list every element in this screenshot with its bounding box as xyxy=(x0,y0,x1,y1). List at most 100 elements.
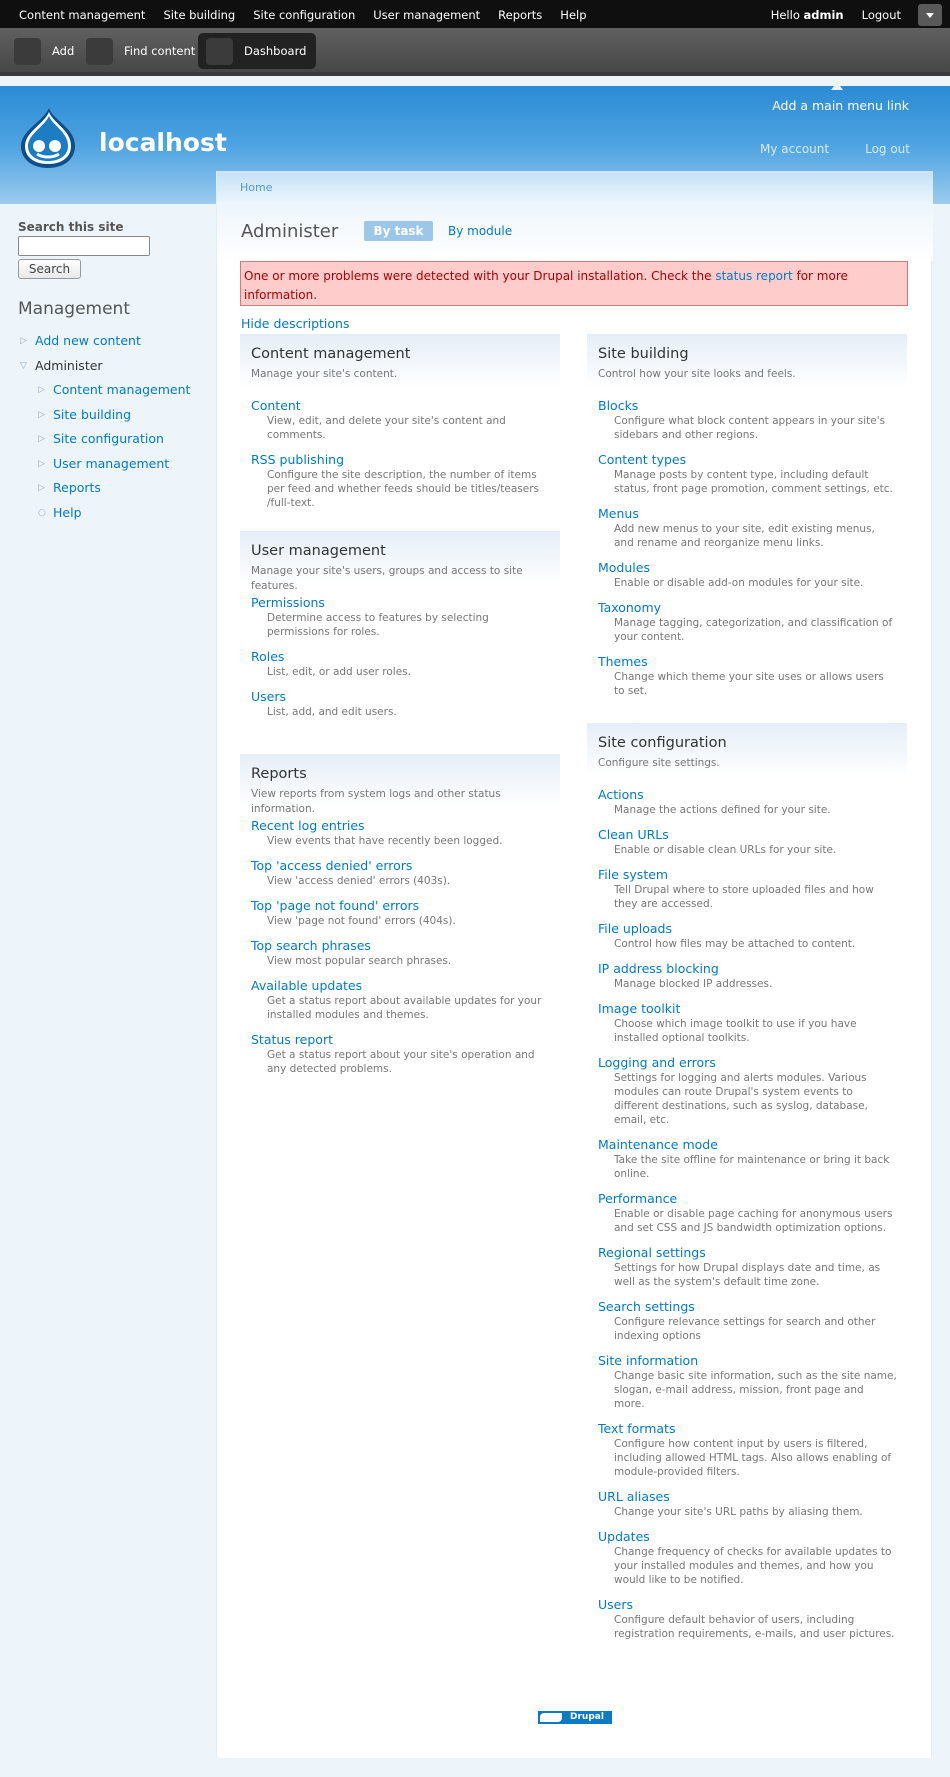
admin-item-description: Configure what block content appears in … xyxy=(614,415,886,441)
drupal-logo-icon[interactable] xyxy=(19,106,77,170)
admin-item-link[interactable]: File uploads xyxy=(598,921,907,937)
search-button[interactable]: Search xyxy=(18,259,81,279)
nav-item-reports[interactable]: ▷ Reports xyxy=(18,476,198,501)
nav-item-help[interactable]: ○ Help xyxy=(18,501,198,526)
management-menu: ▷ Add new content ▽ Administer ▷ Content… xyxy=(18,329,198,525)
admin-menu-content-management[interactable]: Content management xyxy=(10,0,154,28)
admin-item-link[interactable]: Permissions xyxy=(251,595,560,611)
powered-by-drupal-badge[interactable]: Drupal xyxy=(538,1711,612,1724)
admin-item-link[interactable]: Modules xyxy=(598,560,907,576)
tab-by-task[interactable]: By task xyxy=(364,221,433,241)
collapsed-triangle-icon: ▷ xyxy=(20,336,27,346)
nav-item-add-new-content[interactable]: ▷ Add new content xyxy=(18,329,198,354)
admin-item-link[interactable]: RSS publishing xyxy=(251,452,560,468)
admin-item-link[interactable]: Maintenance mode xyxy=(598,1137,907,1153)
nav-item-label[interactable]: Site configuration xyxy=(53,431,164,446)
admin-item-description: Configure default behavior of users, inc… xyxy=(614,1614,895,1640)
admin-item-ip-address-blocking: IP address blocking Manage blocked IP add… xyxy=(587,961,907,991)
admin-item-link[interactable]: Performance xyxy=(598,1191,907,1207)
admin-item-link[interactable]: Available updates xyxy=(251,978,560,994)
toolbar-logout-link[interactable]: Logout xyxy=(853,0,910,28)
username[interactable]: admin xyxy=(804,8,844,22)
admin-item-available-updates: Available updates Get a status report abo… xyxy=(240,978,560,1022)
log-out-link[interactable]: Log out xyxy=(865,142,910,156)
admin-item-blocks: Blocks Configure what block content appea… xyxy=(587,398,907,442)
admin-item-link[interactable]: Content xyxy=(251,398,560,414)
breadcrumb-home-link[interactable]: Home xyxy=(240,181,272,194)
admin-item-link[interactable]: Top search phrases xyxy=(251,938,560,954)
admin-item-link[interactable]: Blocks xyxy=(598,398,907,414)
site-name[interactable]: localhost xyxy=(99,128,227,157)
shortcut-find-content[interactable]: Find content xyxy=(78,33,205,69)
admin-item-link[interactable]: Themes xyxy=(598,654,907,670)
admin-item-link[interactable]: URL aliases xyxy=(598,1489,907,1505)
shortcut-dashboard[interactable]: Dashboard xyxy=(198,33,317,69)
nav-item-site-configuration[interactable]: ▷ Site configuration xyxy=(18,427,198,452)
nav-item-label[interactable]: Help xyxy=(53,505,82,520)
my-account-link[interactable]: My account xyxy=(760,142,829,156)
admin-menu-user-management[interactable]: User management xyxy=(364,0,489,28)
nav-item-label[interactable]: User management xyxy=(53,456,169,471)
admin-item-link[interactable]: Taxonomy xyxy=(598,600,907,616)
admin-item-description: Manage the actions defined for your site… xyxy=(614,804,831,816)
admin-item-description: Manage tagging, categorization, and clas… xyxy=(614,617,893,643)
nav-item-site-building[interactable]: ▷ Site building xyxy=(18,403,198,428)
admin-item-link[interactable]: Clean URLs xyxy=(598,827,907,843)
admin-item-roles: Roles List, edit, or add user roles. xyxy=(240,649,560,679)
admin-item-link[interactable]: Regional settings xyxy=(598,1245,907,1261)
admin-item-link[interactable]: Top 'access denied' errors xyxy=(251,858,560,874)
admin-item-link[interactable]: Search settings xyxy=(598,1299,907,1315)
admin-item-link[interactable]: Top 'page not found' errors xyxy=(251,898,560,914)
toolbar-toggle-chevron-down-icon[interactable] xyxy=(918,4,942,26)
admin-item-menus: Menus Add new menus to your site, edit ex… xyxy=(587,506,907,550)
admin-item-link[interactable]: Logging and errors xyxy=(598,1055,907,1071)
nav-item-user-management[interactable]: ▷ User management xyxy=(18,452,198,477)
collapsed-triangle-icon: ▷ xyxy=(38,409,45,420)
search-input[interactable] xyxy=(18,236,150,256)
admin-item-link[interactable]: Content types xyxy=(598,452,907,468)
breadcrumb: Home xyxy=(217,171,933,201)
admin-item-description: List, edit, or add user roles. xyxy=(267,666,411,678)
nav-item-administer[interactable]: ▽ Administer xyxy=(18,354,198,379)
admin-item-description: Manage posts by content type, including … xyxy=(614,469,893,495)
status-report-link[interactable]: status report xyxy=(715,269,792,283)
section-title: Site building xyxy=(598,346,689,362)
admin-item-link[interactable]: Roles xyxy=(251,649,560,665)
nav-item-label[interactable]: Reports xyxy=(53,480,101,495)
admin-item-link[interactable]: Text formats xyxy=(598,1421,907,1437)
admin-item-link[interactable]: IP address blocking xyxy=(598,961,907,977)
title-area: Administer By task By module xyxy=(217,201,933,261)
admin-item-status-report: Status report Get a status report about y… xyxy=(240,1032,560,1076)
tab-by-module[interactable]: By module xyxy=(448,224,512,238)
bullet-circle-icon: ○ xyxy=(38,507,46,518)
shortcut-add[interactable]: Add xyxy=(6,33,84,69)
section-description: Configure site settings. xyxy=(598,757,720,769)
admin-item-description: View 'access denied' errors (403s). xyxy=(267,875,451,887)
admin-item-link[interactable]: Site information xyxy=(598,1353,907,1369)
admin-item-link[interactable]: File system xyxy=(598,867,907,883)
admin-item-link[interactable]: Status report xyxy=(251,1032,560,1048)
admin-item-image-toolkit: Image toolkit Choose which image toolkit … xyxy=(587,1001,907,1045)
shortcut-add-icon xyxy=(14,37,41,65)
admin-item-link[interactable]: Menus xyxy=(598,506,907,522)
admin-item-link[interactable]: Recent log entries xyxy=(251,818,560,834)
admin-menu-site-configuration[interactable]: Site configuration xyxy=(244,0,364,28)
hide-descriptions-link[interactable]: Hide descriptions xyxy=(241,316,349,331)
nav-item-label[interactable]: Site building xyxy=(53,407,131,422)
admin-item-description: Change which theme your site uses or all… xyxy=(614,671,884,697)
admin-item-description: View most popular search phrases. xyxy=(267,955,452,967)
add-main-menu-link[interactable]: Add a main menu link xyxy=(772,82,909,113)
admin-item-link[interactable]: Actions xyxy=(598,787,907,803)
admin-item-link[interactable]: Users xyxy=(251,689,560,705)
admin-item-link[interactable]: Image toolkit xyxy=(598,1001,907,1017)
admin-menu-site-building[interactable]: Site building xyxy=(154,0,244,28)
admin-item-description: Determine access to features by selectin… xyxy=(267,612,489,638)
admin-menu-reports[interactable]: Reports xyxy=(489,0,551,28)
admin-menu-help[interactable]: Help xyxy=(551,0,595,28)
admin-item-link[interactable]: Users xyxy=(598,1597,907,1613)
admin-item-permissions: Permissions Determine access to features … xyxy=(240,595,560,639)
nav-item-label[interactable]: Add new content xyxy=(35,333,141,348)
nav-item-label[interactable]: Content management xyxy=(53,382,190,397)
nav-item-content-management[interactable]: ▷ Content management xyxy=(18,378,198,403)
admin-item-link[interactable]: Updates xyxy=(598,1529,907,1545)
